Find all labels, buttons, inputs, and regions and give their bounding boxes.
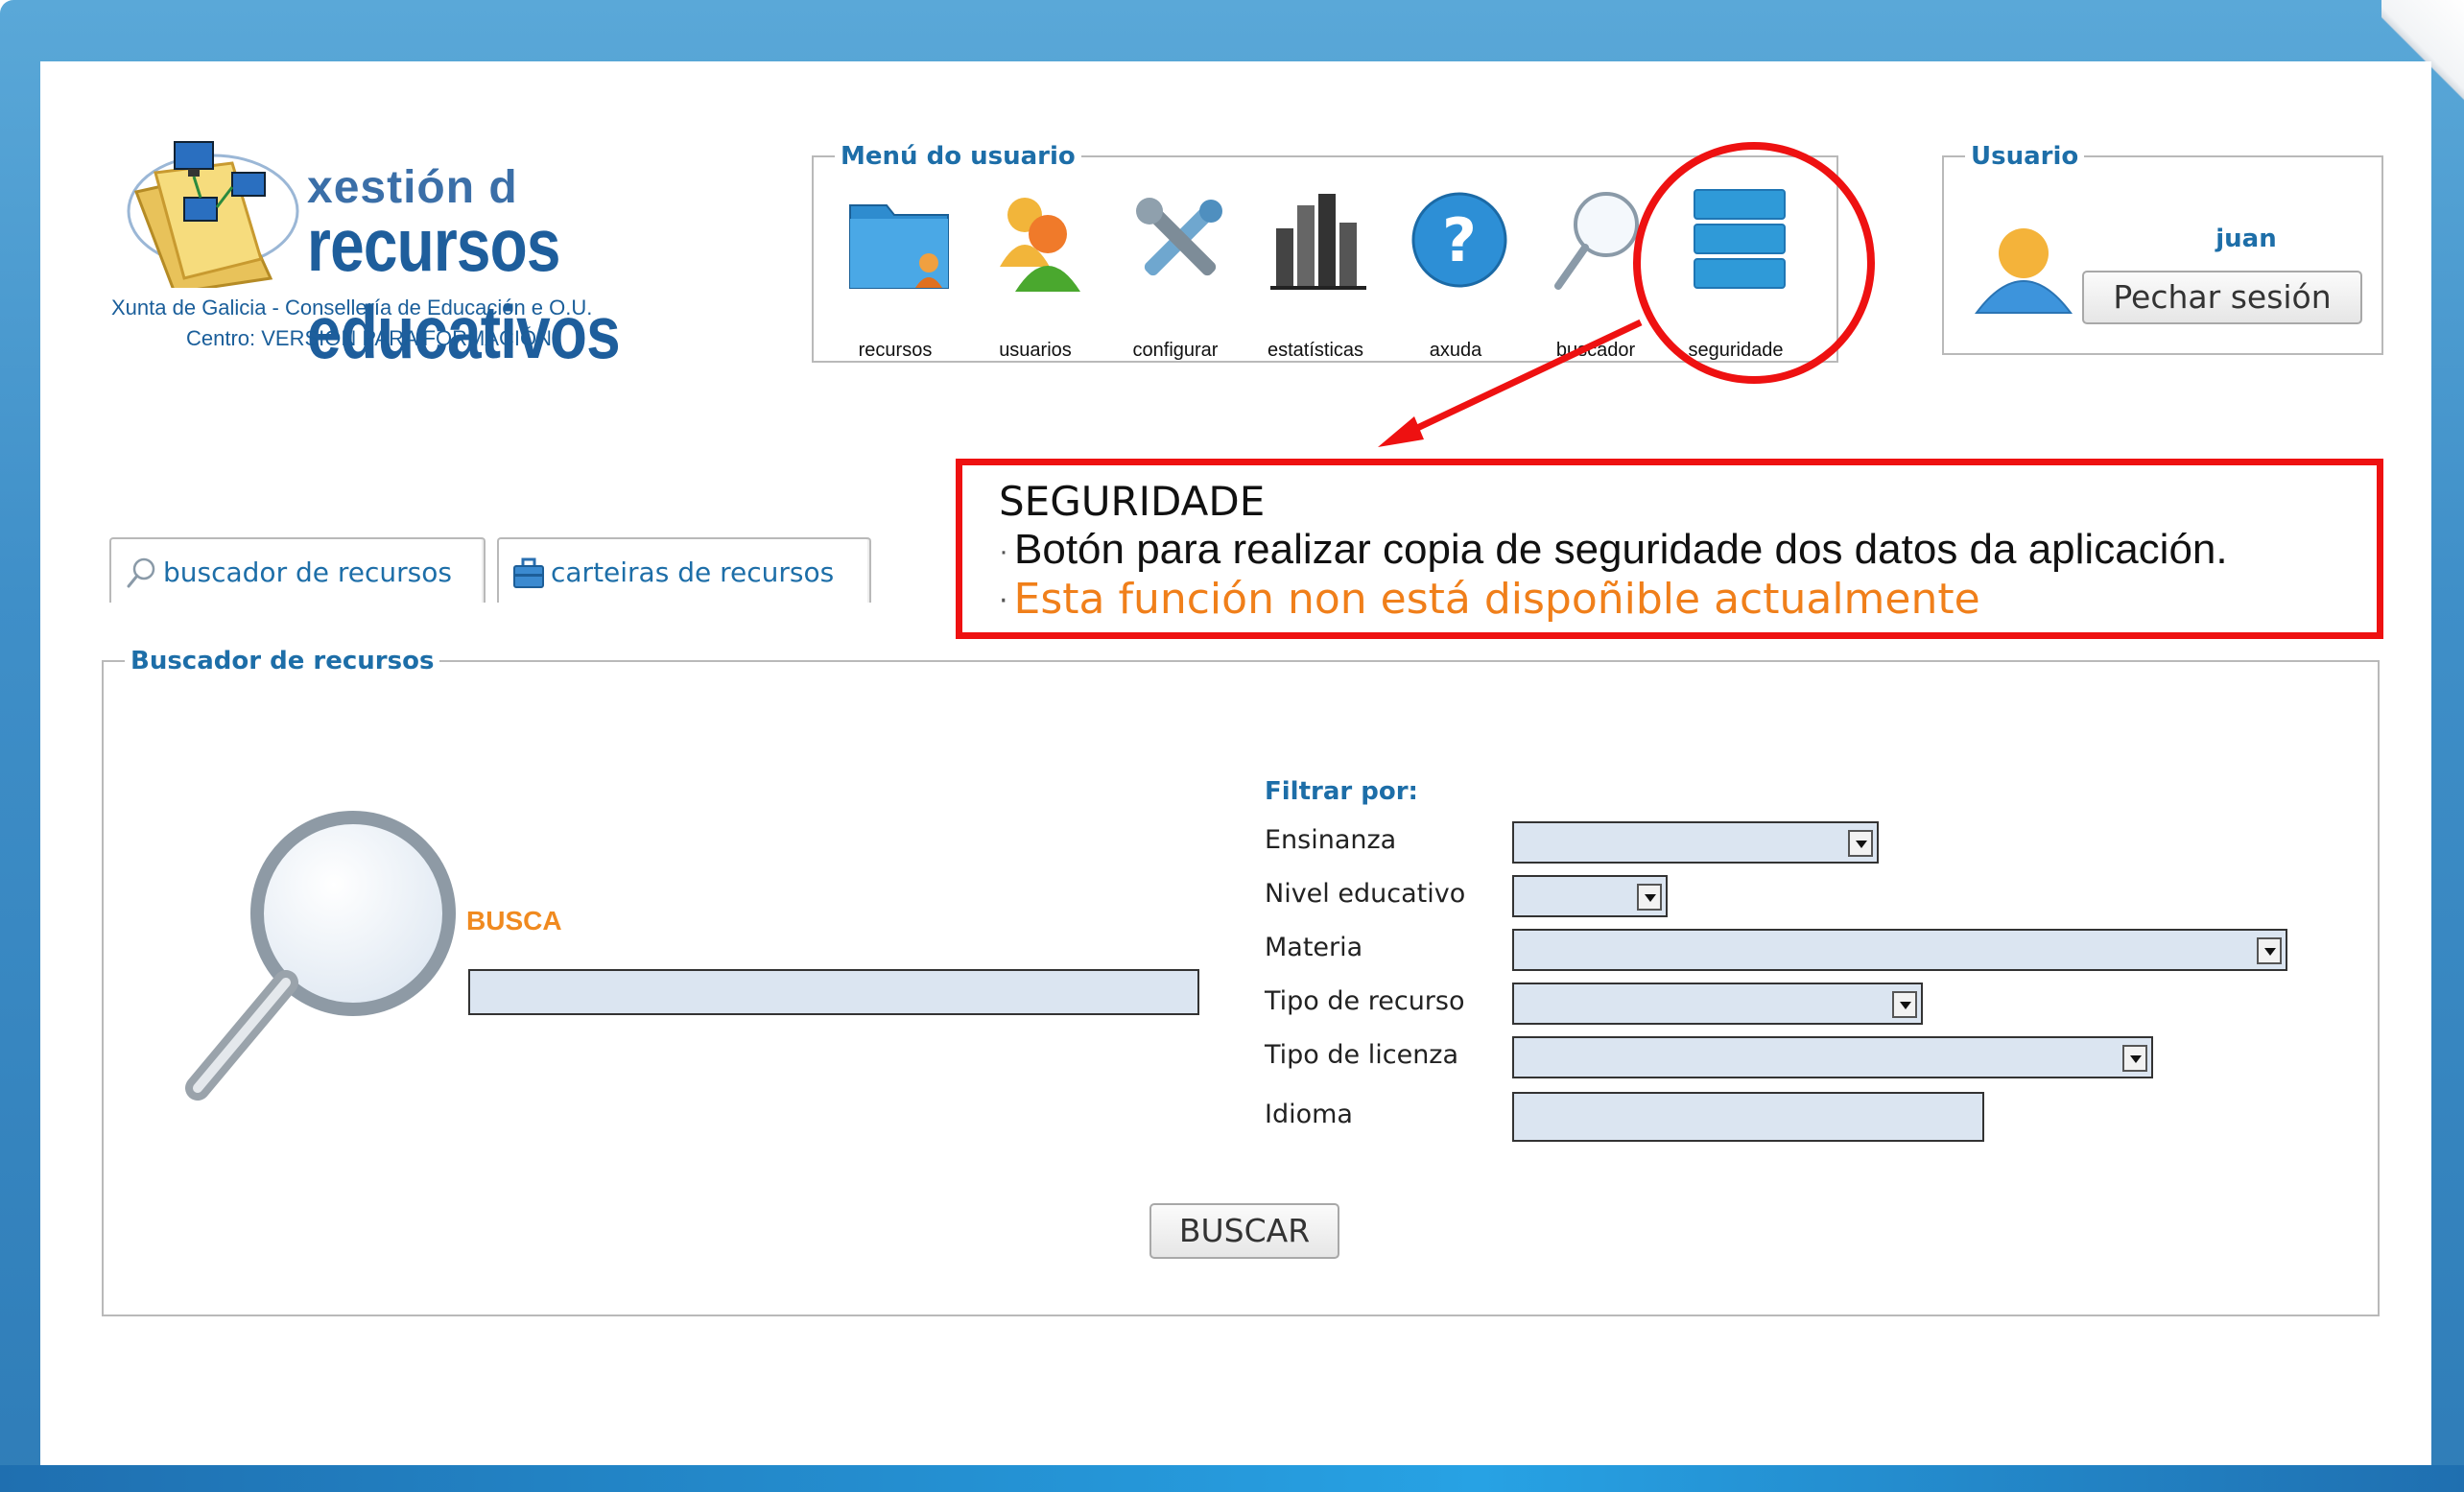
nivel-educativo-select[interactable] <box>1512 875 1668 917</box>
annotation-description: Botón para realizar copia de seguridade … <box>1014 526 2228 573</box>
user-name: juan <box>2215 225 2277 253</box>
window-bottom-band <box>0 1465 2464 1492</box>
idioma-input[interactable] <box>1512 1092 1984 1142</box>
annotation-title: SEGURIDADE <box>999 478 1266 525</box>
bullet: · <box>999 535 1008 568</box>
annotation-line1: · Botón para realizar copia de seguridade… <box>999 525 2377 577</box>
chevron-down-icon[interactable] <box>2122 1045 2147 1072</box>
menu-item-axuda[interactable]: ? axuda <box>1393 186 1518 361</box>
tab-buscador-de-recursos[interactable]: buscador de recursos <box>109 537 486 603</box>
search-icon <box>127 557 155 588</box>
resource-search-panel: Buscador de recursos BUSCA Filtrar por: … <box>102 647 2380 1316</box>
tab-label: carteiras de recursos <box>551 557 835 588</box>
annotation-box: SEGURIDADE · Botón para realizar copia de… <box>956 459 2383 639</box>
filter-label-nivel-educativo: Nivel educativo <box>1265 879 1466 909</box>
user-panel-legend: Usuario <box>1965 142 2085 171</box>
logo-folder-network-icon <box>127 141 299 288</box>
help-icon: ? <box>1411 192 1507 288</box>
user-avatar-icon <box>1975 228 2073 314</box>
chevron-down-icon[interactable] <box>1848 830 1873 857</box>
filter-title: Filtrar por: <box>1265 777 1418 806</box>
chevron-down-icon[interactable] <box>2257 937 2282 964</box>
logout-button[interactable]: Pechar sesión <box>2082 271 2362 324</box>
tools-icon <box>1136 198 1222 276</box>
buscar-button[interactable]: BUSCAR <box>1149 1203 1339 1259</box>
menu-item-label: configurar <box>1132 340 1219 361</box>
app-logo: xestión d recursos educativos Xunta de G… <box>106 134 720 374</box>
filter-label-ensinanza: Ensinanza <box>1265 825 1397 855</box>
chevron-down-icon[interactable] <box>1892 991 1917 1018</box>
user-panel: Usuario juan Pechar sesión <box>1942 142 2383 355</box>
ensinanza-select[interactable] <box>1512 821 1879 864</box>
annotation-line2: · Esta función non está dispoñible actual… <box>999 577 2377 625</box>
svg-text:?: ? <box>1442 205 1477 275</box>
tab-label: buscador de recursos <box>163 557 452 588</box>
bar-chart-icon <box>1270 194 1366 290</box>
annotation-arrow <box>1378 319 1643 447</box>
menu-item-label: usuarios <box>999 340 1072 361</box>
busca-label: BUSCA <box>466 906 562 935</box>
resource-search-legend: Buscador de recursos <box>125 647 440 675</box>
filter-label-materia: Materia <box>1265 933 1363 962</box>
users-icon <box>1000 198 1080 292</box>
menu-item-label: recursos <box>858 340 933 361</box>
materia-select[interactable] <box>1512 929 2287 971</box>
menu-item-recursos[interactable]: recursos <box>833 186 958 361</box>
menu-item-estatisticas[interactable]: estatísticas <box>1253 186 1378 361</box>
search-input[interactable] <box>468 969 1199 1015</box>
folder-user-icon <box>849 204 949 289</box>
filter-label-tipo-de-licenza: Tipo de licenza <box>1265 1040 1459 1070</box>
user-menu-legend: Menú do usuario <box>835 142 1081 171</box>
briefcase-icon <box>513 557 544 588</box>
filter-label-tipo-de-recurso: Tipo de recurso <box>1265 986 1465 1016</box>
bullet: · <box>999 584 1008 619</box>
tipo-de-recurso-select[interactable] <box>1512 983 1923 1025</box>
annotation-unavailable-note: Esta función non está dispoñible actualm… <box>1013 575 1980 625</box>
organization-label: Xunta de Galicia - Consellería de Educac… <box>111 296 593 320</box>
magnifier-illustration-icon <box>185 811 456 1101</box>
menu-item-usuarios[interactable]: usuarios <box>973 186 1098 361</box>
menu-item-configurar[interactable]: configurar <box>1113 186 1238 361</box>
tipo-de-licenza-select[interactable] <box>1512 1036 2153 1078</box>
centro-label: Centro: VERSIÓN PARA FORMACIÓN <box>186 326 553 350</box>
filter-label-idioma: Idioma <box>1265 1100 1353 1129</box>
chevron-down-icon[interactable] <box>1637 884 1662 911</box>
tab-carteiras-de-recursos[interactable]: carteiras de recursos <box>497 537 871 603</box>
